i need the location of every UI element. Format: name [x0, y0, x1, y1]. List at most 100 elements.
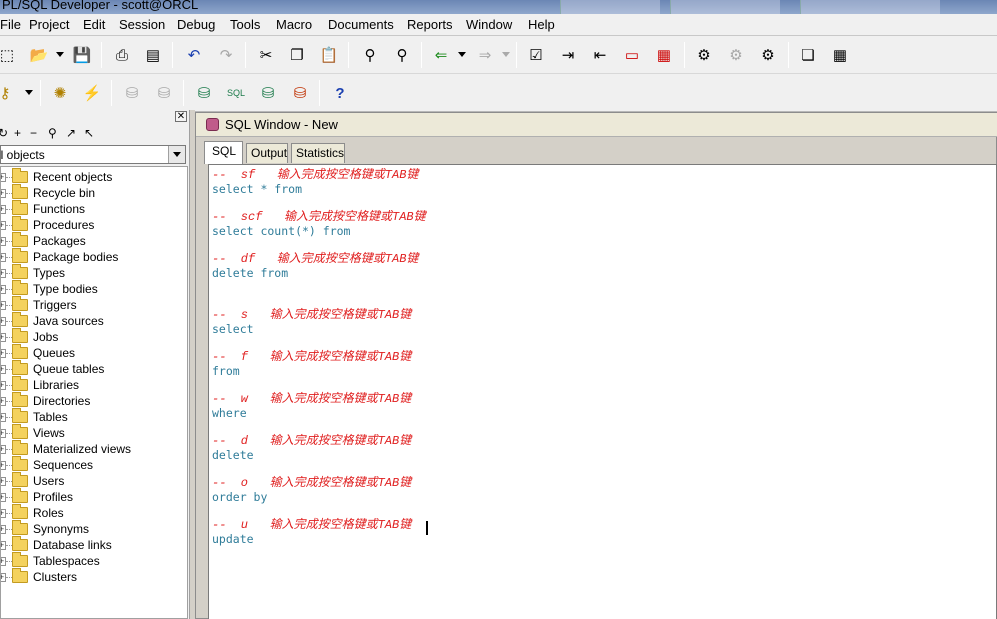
export-icon[interactable]: ⇒ — [475, 45, 495, 65]
sql-icon[interactable]: SQL — [226, 83, 246, 103]
tree-item[interactable]: +Tablespaces — [1, 552, 187, 569]
tree-item[interactable]: +Synonyms — [1, 520, 187, 537]
tree-item[interactable]: +Tables — [1, 408, 187, 425]
tree-item[interactable]: +Libraries — [1, 376, 187, 393]
menu-macro[interactable]: Macro — [276, 17, 312, 32]
export-dropdown-arrow[interactable] — [502, 52, 510, 57]
menu-window[interactable]: Window — [466, 17, 512, 32]
tree-item[interactable]: +Recent objects — [1, 168, 187, 185]
lowercase-icon[interactable]: ▦ — [654, 45, 674, 65]
folder-icon — [12, 472, 28, 487]
tree-item[interactable]: +Queue tables — [1, 360, 187, 377]
tree-item[interactable]: +Functions — [1, 200, 187, 217]
menu-file[interactable]: File — [0, 17, 21, 32]
rollback-icon[interactable]: ⛁ — [154, 83, 174, 103]
object-filter-select[interactable]: ll objects — [0, 145, 186, 164]
db-log-icon[interactable]: ⛁ — [290, 83, 310, 103]
key-dropdown-arrow[interactable] — [25, 90, 33, 95]
tab-statistics[interactable]: Statistics — [291, 143, 345, 163]
explain-icon[interactable]: ⚙ — [758, 45, 778, 65]
sql-editor[interactable]: -- sf 输入完成按空格键或TAB键 select * from -- scf 输… — [208, 164, 997, 619]
tree-item[interactable]: +Java sources — [1, 312, 187, 329]
print-preview-icon[interactable]: ▤ — [143, 45, 163, 65]
beautify-icon[interactable]: ☑ — [526, 45, 546, 65]
remove-icon[interactable]: − — [30, 126, 37, 140]
undo-icon[interactable]: ↶ — [184, 45, 204, 65]
tab-output[interactable]: Output — [246, 143, 288, 163]
copy-icon[interactable]: ❐ — [287, 45, 307, 65]
tile-icon[interactable]: ❏ — [798, 45, 818, 65]
new-icon[interactable]: ⬚ — [0, 45, 17, 65]
key-icon[interactable]: ⚷ — [0, 83, 15, 103]
add-icon[interactable]: + — [14, 126, 21, 140]
separator — [172, 42, 173, 68]
menu-reports[interactable]: Reports — [407, 17, 453, 32]
tree-item[interactable]: +Profiles — [1, 488, 187, 505]
import-icon[interactable]: ⇐ — [431, 45, 451, 65]
tree-item[interactable]: +Roles — [1, 504, 187, 521]
tree-item[interactable]: +Sequences — [1, 456, 187, 473]
separator — [245, 42, 246, 68]
menu-edit[interactable]: Edit — [83, 17, 105, 32]
step-icon[interactable]: ⚡ — [82, 83, 102, 103]
application-window: { "window": {"title": "PL/SQL Developer … — [0, 0, 997, 619]
import-dropdown-arrow[interactable] — [458, 52, 466, 57]
tree-item-label: Queues — [33, 346, 76, 360]
properties-icon[interactable]: ↗ — [66, 126, 76, 140]
execute-icon[interactable]: ⚙ — [694, 45, 714, 65]
menu-bar: File Project Edit Session Debug Tools Ma… — [0, 14, 997, 36]
menu-debug[interactable]: Debug — [177, 17, 215, 32]
tree-item[interactable]: +Triggers — [1, 296, 187, 313]
db-browse-icon[interactable]: ⛁ — [258, 83, 278, 103]
folder-icon — [12, 568, 28, 583]
tree-item[interactable]: +Users — [1, 472, 187, 489]
print-icon[interactable]: ⎙ — [112, 45, 132, 65]
chevron-down-icon[interactable] — [168, 146, 185, 163]
tree-item[interactable]: +Recycle bin — [1, 184, 187, 201]
open-dropdown-arrow[interactable] — [56, 52, 64, 57]
find-next-icon[interactable]: ⚲ — [392, 45, 412, 65]
refresh-icon[interactable]: ↻ — [0, 126, 8, 140]
stop-icon[interactable]: ⚙ — [726, 45, 746, 65]
unindent-icon[interactable]: ⇤ — [590, 45, 610, 65]
tree-item[interactable]: +Materialized views — [1, 440, 187, 457]
folder-icon — [12, 264, 28, 279]
close-icon[interactable]: ✕ — [175, 111, 187, 122]
folder-icon — [12, 536, 28, 551]
tree-item[interactable]: +Directories — [1, 392, 187, 409]
indent-icon[interactable]: ⇥ — [558, 45, 578, 65]
cascade-icon[interactable]: ▦ — [830, 45, 850, 65]
tree-item[interactable]: +Package bodies — [1, 248, 187, 265]
tree-item[interactable]: +Types — [1, 264, 187, 281]
compile-icon[interactable]: ✺ — [50, 83, 70, 103]
redo-icon[interactable]: ↷ — [216, 45, 236, 65]
commit-icon[interactable]: ⛁ — [122, 83, 142, 103]
find-icon[interactable]: ⚲ — [360, 45, 380, 65]
tree-item[interactable]: +Views — [1, 424, 187, 441]
tree-item[interactable]: +Clusters — [1, 568, 187, 585]
tab-sql[interactable]: SQL — [204, 141, 243, 164]
menu-documents[interactable]: Documents — [328, 17, 394, 32]
tree-item[interactable]: +Procedures — [1, 216, 187, 233]
open-icon[interactable]: 📂 — [29, 45, 49, 65]
db-connect-icon[interactable]: ⛁ — [194, 83, 214, 103]
menu-tools[interactable]: Tools — [230, 17, 260, 32]
background-tab — [800, 0, 940, 14]
find-icon[interactable]: ⚲ — [48, 126, 57, 140]
cut-icon[interactable]: ✂ — [256, 45, 276, 65]
code-line: where — [212, 406, 247, 420]
uppercase-icon[interactable]: ▭ — [622, 45, 642, 65]
separator — [788, 42, 789, 68]
paste-icon[interactable]: 📋 — [319, 45, 339, 65]
tree-item[interactable]: +Queues — [1, 344, 187, 361]
menu-project[interactable]: Project — [29, 17, 69, 32]
tree-item[interactable]: +Type bodies — [1, 280, 187, 297]
filter-icon[interactable]: ↖ — [84, 126, 94, 140]
tree-item[interactable]: +Jobs — [1, 328, 187, 345]
tree-item[interactable]: +Database links — [1, 536, 187, 553]
save-icon[interactable]: 💾 — [72, 45, 92, 65]
tree-item[interactable]: +Packages — [1, 232, 187, 249]
menu-session[interactable]: Session — [119, 17, 165, 32]
menu-help[interactable]: Help — [528, 17, 555, 32]
help-icon[interactable]: ? — [330, 83, 350, 103]
